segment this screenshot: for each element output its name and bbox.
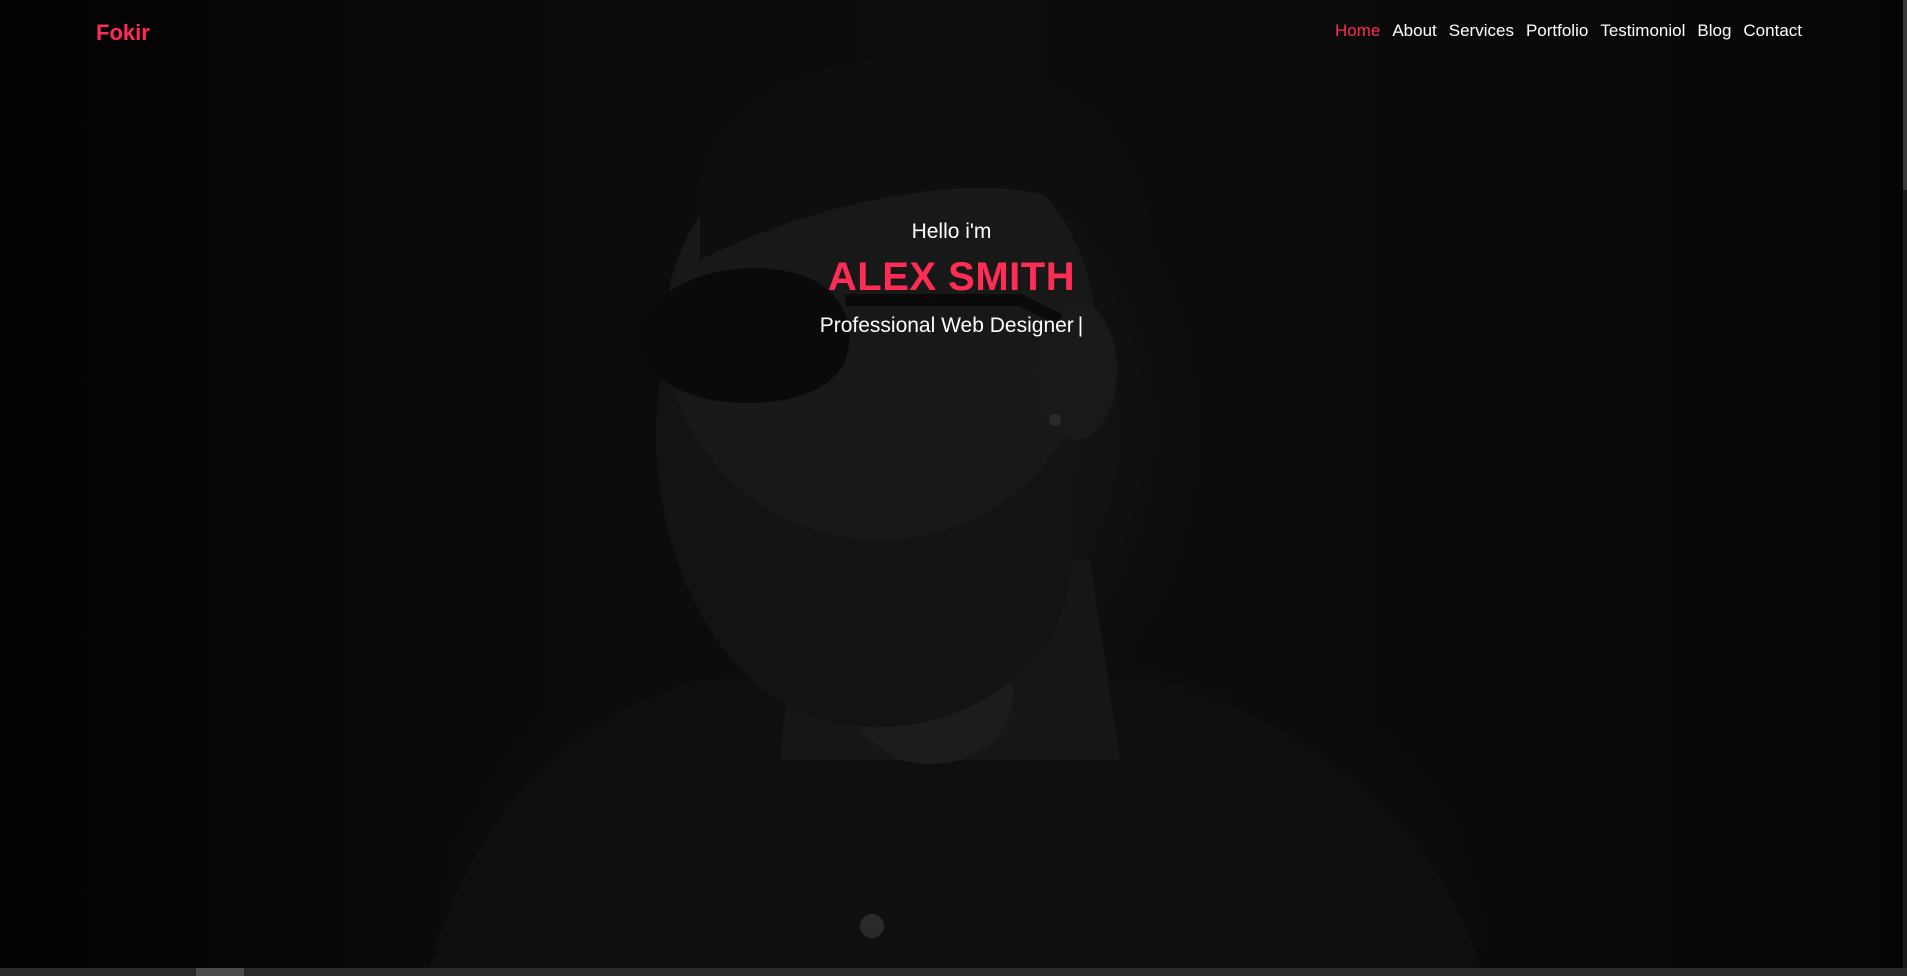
vertical-scrollbar-thumb[interactable] [1903, 0, 1907, 190]
hero-greeting: Hello i'm [911, 220, 992, 243]
nav-item-about: About [1392, 21, 1436, 41]
nav-link-testimonial[interactable]: Testimoniol [1600, 21, 1685, 40]
hero-text: Hello i'm ALEX SMITH Professional Web De… [0, 218, 1903, 340]
brand-logo[interactable]: Fokir [96, 20, 150, 46]
nav-item-portfolio: Portfolio [1526, 21, 1588, 41]
page: Fokir Home About Services Portfolio Test… [0, 0, 1907, 976]
horizontal-scrollbar-thumb[interactable] [196, 968, 244, 976]
hero-name: ALEX SMITH [827, 255, 1076, 299]
hero-role-line: Professional Web Designer | [0, 312, 1903, 340]
horizontal-scrollbar[interactable] [0, 968, 1907, 976]
typing-cursor: | [1077, 314, 1084, 337]
nav-item-services: Services [1449, 21, 1514, 41]
nav-link-portfolio[interactable]: Portfolio [1526, 21, 1588, 40]
nav-link-blog[interactable]: Blog [1697, 21, 1731, 40]
nav-item-contact: Contact [1743, 21, 1802, 41]
nav-link-services[interactable]: Services [1449, 21, 1514, 40]
vertical-scrollbar[interactable] [1903, 0, 1907, 968]
nav-item-testimonial: Testimoniol [1600, 21, 1685, 41]
hero-background-portrait [430, 58, 1480, 968]
nav-menu: Home About Services Portfolio Testimonio… [1335, 21, 1802, 41]
nav-link-about[interactable]: About [1392, 21, 1436, 40]
hero-role: Professional Web Designer [819, 314, 1074, 337]
nav-item-home: Home [1335, 21, 1380, 41]
nav-link-contact[interactable]: Contact [1743, 21, 1802, 40]
hero-section [0, 0, 1903, 968]
nav-item-blog: Blog [1697, 21, 1731, 41]
nav-link-home[interactable]: Home [1335, 21, 1380, 40]
navbar: Fokir Home About Services Portfolio Test… [0, 0, 1903, 62]
